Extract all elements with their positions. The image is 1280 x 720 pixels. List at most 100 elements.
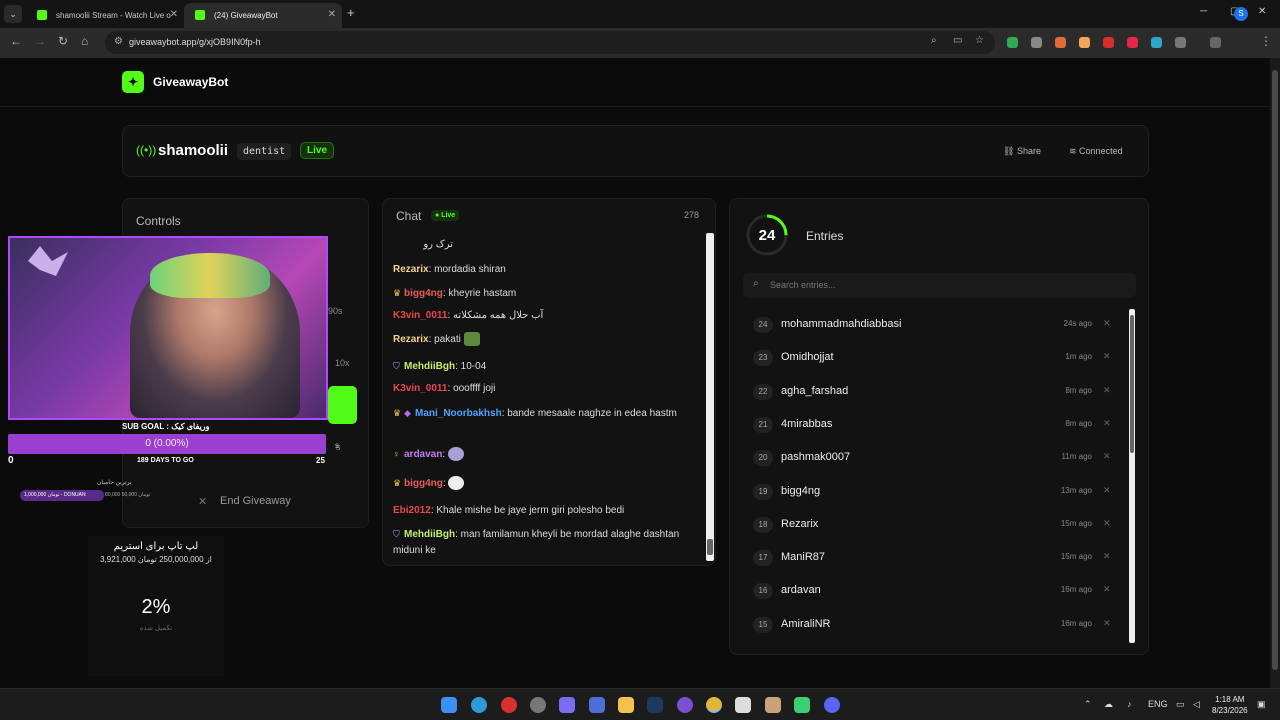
close-window-icon[interactable]: ✕ <box>1258 6 1266 17</box>
entries-search[interactable]: ⌕ Search entries... <box>743 273 1136 298</box>
reading-list-icon[interactable] <box>1210 37 1221 48</box>
app-name[interactable]: GiveawayBot <box>153 75 228 89</box>
close-tab-icon[interactable]: ✕ <box>170 9 178 20</box>
chat-username[interactable]: bigg4ng <box>404 478 443 489</box>
search-placeholder[interactable]: Search entries... <box>770 280 836 290</box>
entry-row[interactable]: 18 Rezarix 15m ago ✕ <box>743 510 1123 540</box>
address-bar[interactable]: ⚙ giveawaybot.app/g/xjOB9IN0fp-h ⌕ ▭ ☆ <box>105 31 995 54</box>
giveawaybot-logo-icon[interactable]: ✦ <box>122 71 144 93</box>
entry-row[interactable]: 16 ardavan 16m ago ✕ <box>743 576 1123 606</box>
chat-username[interactable]: K3vin_0011 <box>393 310 448 321</box>
entry-row[interactable]: 23 Omidhojjat 1m ago ✕ <box>743 343 1123 373</box>
chat-username[interactable]: MehdiiBgh <box>404 529 455 540</box>
entry-row[interactable]: 21 4mirabbas 8m ago ✕ <box>743 410 1123 440</box>
notification-icon[interactable]: ▣ <box>1257 699 1266 710</box>
chat-username[interactable]: K3vin_0011 <box>393 383 448 394</box>
tab-kick-stream[interactable]: shamoolii Stream - Watch Live o ✕ <box>26 3 184 28</box>
back-icon[interactable]: ← <box>10 34 22 48</box>
remove-entry-icon[interactable]: ✕ <box>1103 418 1111 429</box>
entry-row[interactable]: 24 mohammadmahdiabbasi 24s ago ✕ <box>743 310 1123 340</box>
tab-search-button[interactable]: ⌄ <box>4 5 22 23</box>
clock[interactable]: 1:18 AM 8/23/2026 <box>1212 694 1248 716</box>
page-scrollbar[interactable] <box>1270 58 1280 688</box>
menu-kebab-icon[interactable]: ⋮ <box>1260 34 1272 48</box>
start-menu-icon[interactable] <box>441 697 457 713</box>
donation-title: لپ تاپ برای استریم <box>113 541 199 552</box>
file-explorer-icon[interactable] <box>618 697 634 713</box>
chat-username[interactable]: Mani_Noorbakhsh <box>415 408 502 419</box>
chat-username[interactable]: Rezarix <box>393 264 429 275</box>
extension-icon[interactable] <box>1079 37 1090 48</box>
remove-entry-icon[interactable]: ✕ <box>1103 451 1111 462</box>
language-indicator[interactable]: ENG <box>1148 699 1168 709</box>
forward-icon[interactable]: → <box>34 34 46 48</box>
remove-entry-icon[interactable]: ✕ <box>1103 385 1111 396</box>
entry-row[interactable]: 19 bigg4ng 13m ago ✕ <box>743 477 1123 507</box>
extension-icon[interactable] <box>1055 37 1066 48</box>
remove-entry-icon[interactable]: ✕ <box>1103 584 1111 595</box>
url-text[interactable]: giveawaybot.app/g/xjOB9IN0fp-h <box>129 37 261 47</box>
copilot-icon[interactable] <box>559 697 575 713</box>
share-button[interactable]: ⛓ Share <box>1003 146 1041 157</box>
entry-row[interactable]: 22 agha_farshad 8m ago ✕ <box>743 377 1123 407</box>
remove-entry-icon[interactable]: ✕ <box>1103 318 1111 329</box>
extension-icon[interactable] <box>1031 37 1042 48</box>
minimize-icon[interactable]: ─ <box>1200 6 1207 17</box>
chat-messages[interactable]: ترک رو Rezarix: mordadia shiran ♛ bigg4ng… <box>393 227 703 561</box>
profile-avatar[interactable]: S <box>1234 7 1248 21</box>
channel-header: ((•)) shamoolii dentist Live ⛓ Share ≋ C… <box>122 125 1149 177</box>
chat-username[interactable]: MehdiiBgh <box>404 361 455 372</box>
app-icon[interactable] <box>677 697 693 713</box>
chat-username[interactable]: Ebi2012 <box>393 505 431 516</box>
remove-entry-icon[interactable]: ✕ <box>1103 518 1111 529</box>
extension-icon[interactable] <box>1151 37 1162 48</box>
entry-row[interactable]: 20 pashmak0007 11m ago ✕ <box>743 443 1123 473</box>
extension-icon[interactable] <box>1007 37 1018 48</box>
site-info-icon[interactable]: ⚙ <box>114 36 123 47</box>
page-scroll-thumb[interactable] <box>1272 70 1278 670</box>
chat-username[interactable]: bigg4ng <box>404 288 443 299</box>
chat-scrollbar[interactable] <box>706 233 714 561</box>
app-icon[interactable] <box>501 697 517 713</box>
new-tab-button[interactable]: + <box>347 5 355 20</box>
chat-username[interactable]: Rezarix <box>393 334 429 345</box>
home-icon[interactable]: ⌂ <box>81 34 88 48</box>
extension-icon[interactable] <box>1103 37 1114 48</box>
entries-scroll-thumb[interactable] <box>1130 315 1134 453</box>
onedrive-icon[interactable]: ☁ <box>1104 699 1113 710</box>
app-icon[interactable] <box>589 697 605 713</box>
volume-icon[interactable]: ◁ <box>1193 699 1200 710</box>
tab-giveawaybot[interactable]: (24) GiveawayBot ✕ <box>184 3 342 28</box>
extensions-puzzle-icon[interactable] <box>1175 37 1186 48</box>
multiplier-option[interactable]: 10x <box>335 358 350 368</box>
extension-icon[interactable] <box>1127 37 1138 48</box>
end-giveaway-button[interactable]: End Giveaway <box>220 495 291 507</box>
microphone-icon[interactable]: ♪ <box>1127 699 1132 709</box>
entry-row[interactable]: 17 ManiR87 15m ago ✕ <box>743 543 1123 573</box>
app-icon[interactable] <box>735 697 751 713</box>
remove-entry-icon[interactable]: ✕ <box>1103 618 1111 629</box>
edge-icon[interactable] <box>471 697 487 713</box>
network-icon[interactable]: ▭ <box>1176 699 1185 710</box>
entries-scrollbar[interactable] <box>1129 309 1135 643</box>
duration-option[interactable]: 90s <box>328 306 343 316</box>
chrome-icon[interactable] <box>706 697 722 713</box>
entry-row[interactable]: 15 AmiraliNR 16m ago ✕ <box>743 610 1123 640</box>
discord-icon[interactable] <box>824 697 840 713</box>
remove-entry-icon[interactable]: ✕ <box>1103 485 1111 496</box>
reload-icon[interactable]: ↻ <box>58 34 68 48</box>
remove-entry-icon[interactable]: ✕ <box>1103 351 1111 362</box>
bookmark-star-icon[interactable]: ☆ <box>975 35 984 46</box>
app-icon[interactable] <box>765 697 781 713</box>
close-tab-icon[interactable]: ✕ <box>328 9 336 20</box>
app-icon[interactable] <box>530 697 546 713</box>
app-icon[interactable] <box>794 697 810 713</box>
cast-icon[interactable]: ▭ <box>953 35 962 46</box>
tray-overflow-icon[interactable]: ⌃ <box>1084 699 1092 710</box>
zoom-icon[interactable]: ⌕ <box>931 35 937 46</box>
remove-entry-icon[interactable]: ✕ <box>1103 551 1111 562</box>
steam-icon[interactable] <box>647 697 663 713</box>
chat-scroll-thumb[interactable] <box>707 539 713 555</box>
start-giveaway-button[interactable] <box>328 386 357 424</box>
chat-username[interactable]: ardavan <box>404 449 442 460</box>
